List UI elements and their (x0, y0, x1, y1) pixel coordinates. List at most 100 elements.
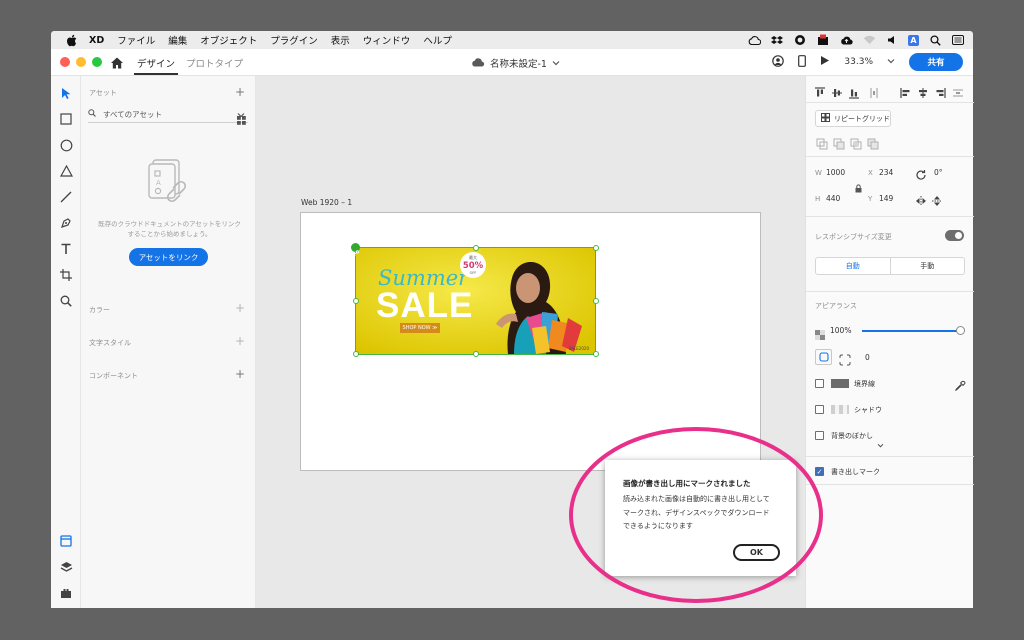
width-field[interactable]: 1000 (826, 168, 845, 177)
menu-extras-icon[interactable] (951, 34, 965, 46)
rotation-field[interactable]: 0° (934, 168, 943, 177)
wifi-icon[interactable] (862, 34, 876, 46)
opacity-slider-knob[interactable] (956, 326, 965, 335)
eyedropper-icon[interactable] (954, 377, 966, 391)
play-preview-icon[interactable] (820, 55, 830, 69)
link-assets-button[interactable]: アセットをリンク (129, 248, 208, 266)
y-field[interactable]: 149 (879, 194, 893, 203)
align-center-icon[interactable] (917, 84, 929, 98)
resize-handle-top[interactable] (473, 245, 479, 251)
resize-handle-bottom-right[interactable] (593, 351, 599, 357)
artboard-label[interactable]: Web 1920 – 1 (301, 198, 352, 207)
resize-manual-option[interactable]: 手動 (891, 258, 965, 274)
corner-radius-uniform-icon[interactable] (815, 349, 832, 365)
height-field[interactable]: 440 (826, 194, 840, 203)
rectangle-tool-icon[interactable] (58, 111, 74, 127)
asset-filter-dropdown[interactable]: すべてのアセット (88, 106, 248, 123)
add-color-icon[interactable]: + (235, 302, 245, 314)
flip-vertical-icon[interactable] (931, 192, 943, 206)
text-tool-icon[interactable] (58, 241, 74, 257)
align-middle-icon[interactable] (831, 84, 843, 97)
ellipse-tool-icon[interactable] (58, 137, 74, 153)
assets-panel-icon[interactable] (58, 533, 74, 549)
resize-auto-option[interactable]: 自動 (816, 258, 891, 274)
menu-view[interactable]: 表示 (331, 33, 350, 47)
boolean-intersect-icon[interactable] (850, 135, 862, 150)
zoom-window-button[interactable] (92, 57, 102, 67)
resize-handle-right[interactable] (593, 298, 599, 304)
border-color-swatch[interactable] (831, 379, 849, 388)
distribute-vertical-icon[interactable] (868, 84, 880, 98)
plugins-panel-icon[interactable] (58, 585, 74, 601)
screenshot-icon[interactable] (816, 34, 830, 46)
tab-design[interactable]: デザイン (137, 56, 175, 70)
resize-handle-bottom-left[interactable] (353, 351, 359, 357)
tab-prototype[interactable]: プロトタイプ (186, 56, 243, 70)
apple-icon[interactable] (63, 33, 79, 47)
distribute-horizontal-icon[interactable] (952, 84, 964, 97)
align-left-icon[interactable] (900, 84, 912, 98)
align-bottom-icon[interactable] (848, 84, 860, 99)
corner-radius-per-corner-icon[interactable] (839, 351, 851, 366)
menu-plugins[interactable]: プラグイン (270, 33, 318, 47)
menu-file[interactable]: ファイル (117, 33, 155, 47)
volume-icon[interactable] (885, 34, 899, 46)
search-icon[interactable] (928, 34, 942, 46)
add-component-icon[interactable]: + (235, 368, 245, 380)
divider (806, 484, 974, 485)
document-title[interactable]: 名称未設定-1 (471, 56, 560, 70)
layers-panel-icon[interactable] (58, 559, 74, 575)
resize-handle-top-right[interactable] (593, 245, 599, 251)
menu-app-xd[interactable]: XD (89, 35, 104, 46)
chevron-down-icon[interactable] (887, 57, 895, 67)
selection-box (355, 247, 596, 355)
creative-cloud-icon[interactable] (747, 34, 761, 46)
shadow-checkbox[interactable] (815, 405, 824, 414)
artboard-tool-icon[interactable] (58, 267, 74, 283)
pen-tool-icon[interactable] (58, 215, 74, 231)
resize-handle-left[interactable] (353, 298, 359, 304)
add-character-style-icon[interactable]: + (235, 335, 245, 347)
repeat-grid-button[interactable]: リピートグリッド (815, 110, 891, 127)
align-top-icon[interactable] (814, 84, 826, 97)
share-button[interactable]: 共有 (909, 53, 963, 71)
home-icon[interactable] (110, 55, 124, 69)
appearance-label: アピアランス (815, 302, 857, 310)
zoom-tool-icon[interactable] (58, 293, 74, 309)
menu-object[interactable]: オブジェクト (200, 33, 257, 47)
input-source-icon[interactable]: A (908, 34, 919, 46)
grid-view-icon[interactable] (237, 110, 246, 129)
opacity-slider-track[interactable] (862, 330, 961, 332)
user-account-icon[interactable] (772, 54, 785, 70)
border-checkbox[interactable] (815, 379, 824, 388)
cc-sync-icon[interactable] (793, 34, 807, 46)
boolean-add-icon[interactable] (816, 135, 828, 150)
boolean-subtract-icon[interactable] (833, 135, 845, 150)
line-tool-icon[interactable] (58, 189, 74, 205)
zoom-level[interactable]: 33.3% (844, 57, 873, 67)
resize-handle-bottom[interactable] (473, 351, 479, 357)
lock-aspect-icon[interactable] (855, 178, 863, 193)
align-right-icon[interactable] (934, 84, 946, 98)
polygon-tool-icon[interactable] (58, 163, 74, 179)
x-field[interactable]: 234 (879, 168, 893, 177)
close-window-button[interactable] (60, 57, 70, 67)
opacity-field[interactable]: 100% (830, 326, 851, 335)
flip-horizontal-icon[interactable] (915, 192, 927, 206)
menu-edit[interactable]: 編集 (168, 33, 187, 47)
cloud-upload-icon[interactable] (839, 34, 853, 46)
shadow-color-swatch[interactable] (831, 405, 849, 414)
menu-window[interactable]: ウィンドウ (363, 33, 411, 47)
link-icon[interactable] (351, 243, 360, 257)
select-tool-icon[interactable] (58, 85, 74, 101)
responsive-resize-toggle[interactable] (945, 230, 964, 241)
add-asset-icon[interactable]: + (235, 86, 245, 98)
y-label: Y (868, 195, 873, 203)
device-preview-icon[interactable] (798, 54, 807, 70)
dropbox-icon[interactable] (770, 34, 784, 46)
chevron-down-icon[interactable] (877, 433, 884, 452)
minimize-window-button[interactable] (76, 57, 86, 67)
menu-help[interactable]: ヘルプ (423, 33, 452, 47)
boolean-exclude-icon[interactable] (867, 135, 879, 150)
corner-radius-field[interactable]: 0 (865, 353, 870, 362)
